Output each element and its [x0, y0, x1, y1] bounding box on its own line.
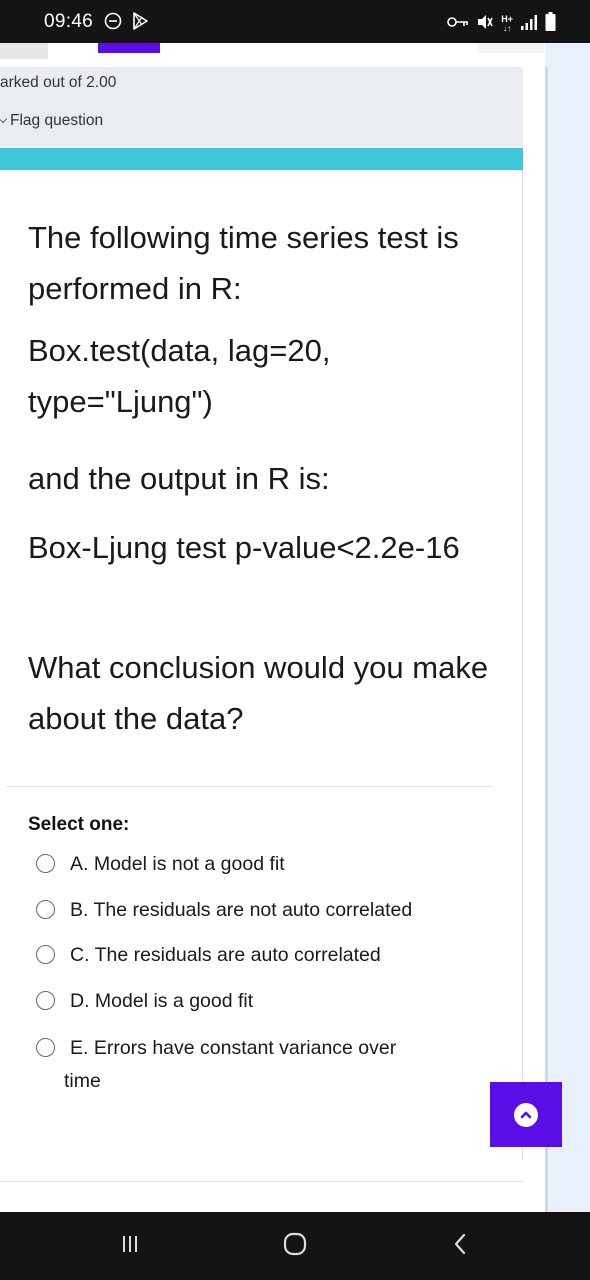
vpn-key-icon — [447, 15, 469, 34]
answer-option-d[interactable]: D. Model is a good fit — [36, 990, 253, 1012]
network-h-plus-icon: H+ ↓↑ — [501, 14, 513, 34]
answer-option-a[interactable]: A. Model is not a good fit — [36, 853, 285, 875]
radio-button[interactable] — [36, 1038, 55, 1057]
radio-button[interactable] — [36, 991, 55, 1010]
answer-label: C. The residuals are auto correlated — [70, 944, 381, 966]
signal-icon — [520, 14, 538, 35]
answer-label-continuation: time — [64, 1070, 101, 1092]
chevron-up-icon — [514, 1102, 538, 1127]
back-icon — [452, 1233, 468, 1260]
divider — [6, 786, 493, 787]
radio-button[interactable] — [36, 854, 55, 873]
status-time: 09:46 — [44, 11, 94, 32]
answer-option-b[interactable]: B. The residuals are not auto correlated — [36, 899, 412, 921]
nav-accent-tab[interactable] — [98, 43, 160, 53]
answer-label: B. The residuals are not auto correlated — [70, 899, 413, 921]
recent-apps-button[interactable] — [100, 1212, 160, 1280]
tab-stub — [0, 43, 48, 59]
select-one-label: Select one: — [28, 814, 130, 835]
back-button[interactable] — [430, 1212, 490, 1280]
footer-divider — [0, 1181, 523, 1182]
question-text-output: Box-Ljung test p-value<2.2e-16 — [28, 530, 460, 565]
mute-icon — [476, 13, 494, 36]
marked-out-of: arked out of 2.00 — [0, 74, 117, 91]
answer-label: A. Model is not a good fit — [70, 853, 285, 875]
header-stub — [478, 43, 544, 53]
question-header-bar — [0, 148, 523, 170]
status-bar: 09:46 H+ ↓↑ — [0, 0, 590, 43]
battery-icon — [545, 12, 556, 36]
flag-question-label: Flag question — [10, 112, 104, 129]
recent-apps-icon — [120, 1234, 140, 1259]
radio-button[interactable] — [36, 900, 55, 919]
system-nav-bar — [0, 1212, 590, 1280]
home-button[interactable] — [265, 1212, 325, 1280]
answer-label: E. Errors have constant variance over — [70, 1037, 397, 1059]
question-text-output-intro: and the output in R is: — [28, 461, 330, 496]
side-drawer-edge — [545, 67, 590, 1212]
flag-question-link[interactable]: Flag question — [0, 112, 103, 130]
question-text-prompt: What conclusion would you make about the… — [28, 650, 489, 736]
minus-circle-icon — [104, 12, 122, 35]
answer-label: D. Model is a good fit — [70, 990, 254, 1012]
answer-option-c[interactable]: C. The residuals are auto correlated — [36, 944, 381, 966]
page-top-band — [0, 43, 545, 67]
question-text-code: Box.test(data, lag=20, type="Ljung") — [28, 333, 331, 419]
scroll-to-top-button[interactable] — [490, 1082, 562, 1147]
home-icon — [282, 1231, 308, 1262]
radio-button[interactable] — [36, 945, 55, 964]
question-text-intro: The following time series test is perfor… — [28, 220, 459, 306]
flag-icon — [0, 114, 8, 124]
answer-option-e[interactable]: E. Errors have constant variance over — [36, 1037, 396, 1059]
play-store-icon — [130, 11, 150, 36]
